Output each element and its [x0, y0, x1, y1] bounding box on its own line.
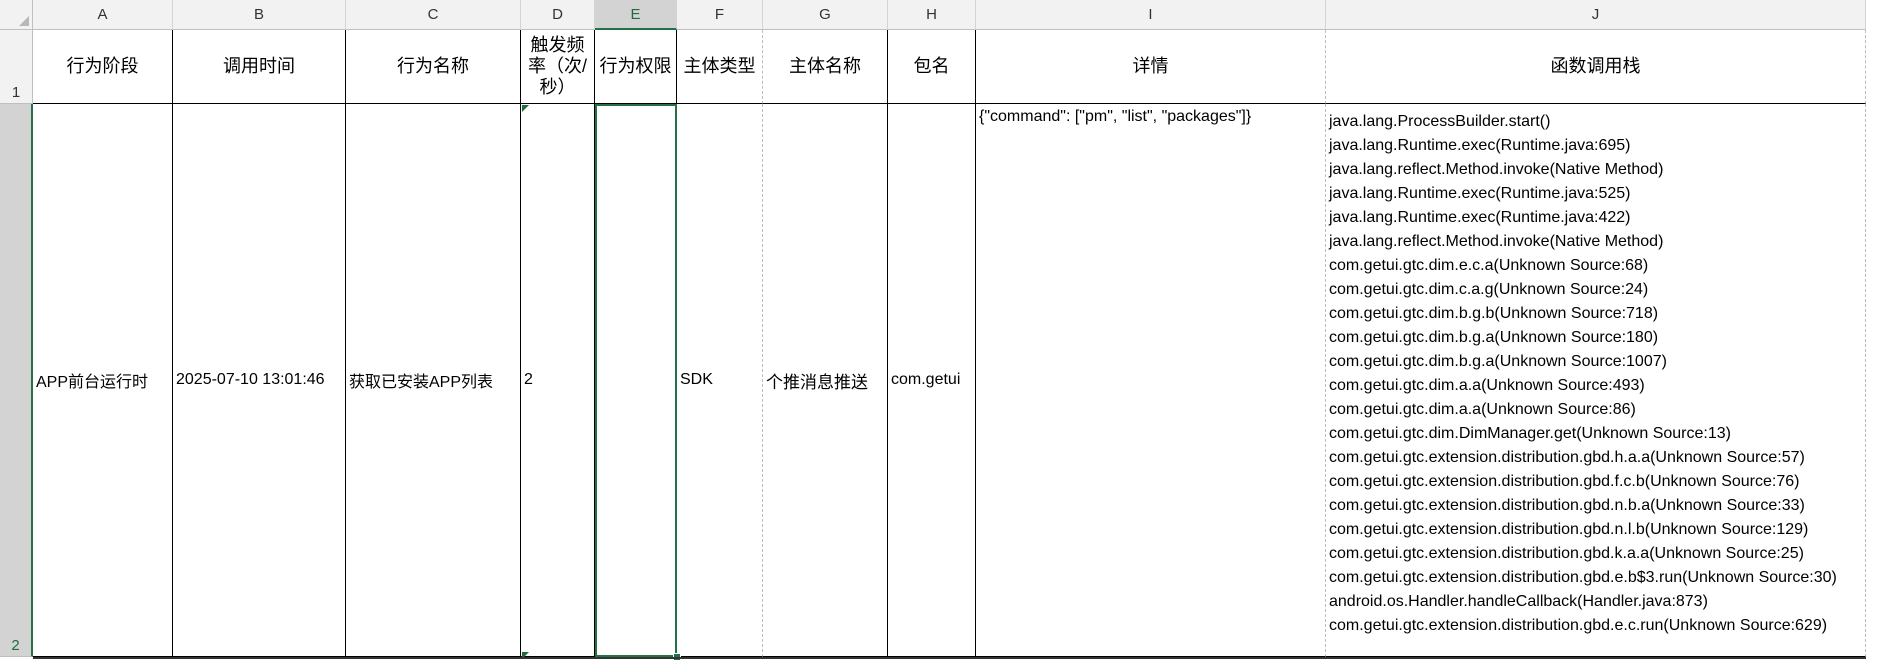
- cell-f1-subject-type-header[interactable]: 主体类型: [677, 30, 763, 104]
- cell-c2-action-name[interactable]: 获取已安装APP列表: [346, 104, 521, 657]
- column-header-e[interactable]: E: [595, 0, 677, 30]
- cell-b2-call-time[interactable]: 2025-07-10 13:01:46: [173, 104, 346, 657]
- row-header-2[interactable]: 2: [0, 104, 33, 657]
- sheet-margin: [1866, 0, 1886, 659]
- column-header-i[interactable]: I: [976, 0, 1326, 30]
- cell-g2-subject-name[interactable]: 个推消息推送: [763, 104, 888, 657]
- column-header-f[interactable]: F: [677, 0, 763, 30]
- cell-e1-permission-header[interactable]: 行为权限: [595, 30, 677, 104]
- cell-d2-frequency[interactable]: 2: [521, 104, 595, 657]
- cell-i2-detail[interactable]: {"command": ["pm", "list", "packages"]}: [976, 104, 1326, 657]
- column-header-d[interactable]: D: [521, 0, 595, 30]
- column-header-j[interactable]: J: [1326, 0, 1866, 30]
- call-stack-text: java.lang.ProcessBuilder.start() java.la…: [1329, 113, 1837, 634]
- select-all-corner[interactable]: [0, 0, 33, 30]
- cell-h2-package[interactable]: com.getui: [888, 104, 976, 657]
- cell-f2-subject-type[interactable]: SDK: [677, 104, 763, 657]
- cell-j2-call-stack[interactable]: java.lang.ProcessBuilder.start() java.la…: [1326, 104, 1866, 657]
- cell-j1-call-stack-header[interactable]: 函数调用栈: [1326, 30, 1866, 104]
- cell-e2-permission[interactable]: [595, 104, 677, 657]
- cell-b1-call-time-header[interactable]: 调用时间: [173, 30, 346, 104]
- cell-i1-detail-header[interactable]: 详情: [976, 30, 1326, 104]
- column-header-g[interactable]: G: [763, 0, 888, 30]
- cell-a2-stage[interactable]: APP前台运行时: [33, 104, 173, 657]
- cell-a1-stage-header[interactable]: 行为阶段: [33, 30, 173, 104]
- cell-h1-package-header[interactable]: 包名: [888, 30, 976, 104]
- column-header-b[interactable]: B: [173, 0, 346, 30]
- error-indicator-icon[interactable]: [522, 105, 529, 112]
- cell-c1-action-name-header[interactable]: 行为名称: [346, 30, 521, 104]
- column-header-h[interactable]: H: [888, 0, 976, 30]
- column-header-a[interactable]: A: [33, 0, 173, 30]
- row-header-1[interactable]: 1: [0, 30, 33, 104]
- cell-g1-subject-name-header[interactable]: 主体名称: [763, 30, 888, 104]
- column-header-c[interactable]: C: [346, 0, 521, 30]
- spreadsheet: A B C D E F G H I J 1 2 行为阶段 调用时间 行为名称 触…: [0, 0, 1886, 661]
- cell-d1-frequency-header[interactable]: 触发频率（次/秒）: [521, 30, 595, 104]
